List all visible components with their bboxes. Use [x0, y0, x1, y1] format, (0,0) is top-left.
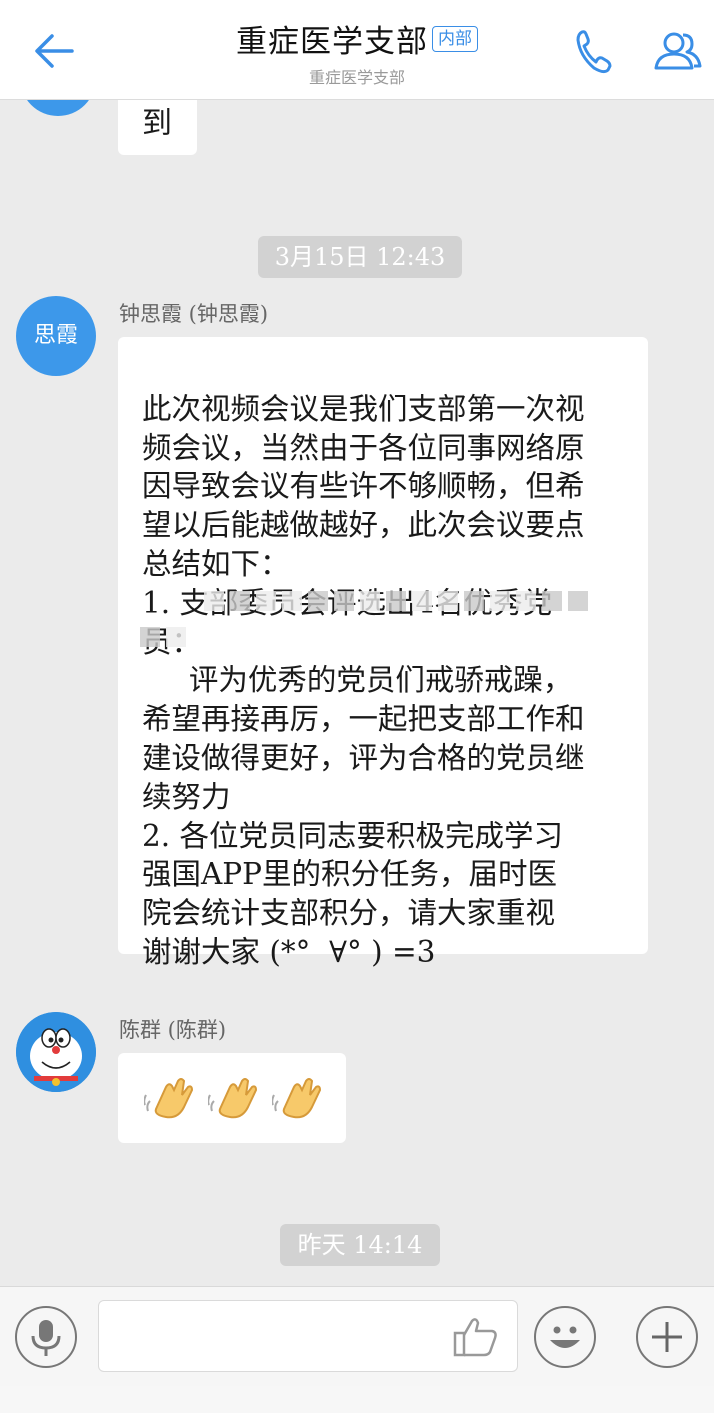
clapping-hands-icon — [272, 1078, 322, 1119]
thumbs-up-icon — [453, 1318, 497, 1357]
emoji-button[interactable] — [534, 1306, 596, 1368]
sender-name: 钟思霞 (钟思霞) — [119, 302, 269, 326]
sender-avatar[interactable]: 思霞 — [16, 296, 96, 376]
clapping-hands-icon — [144, 1078, 194, 1119]
microphone-icon — [31, 1320, 61, 1356]
redacted-names — [204, 591, 588, 611]
chat-area[interactable]: 到 3月15日 12:43 思霞 钟思霞 (钟思霞) 此次视频会议是我们支部第一… — [0, 0, 714, 1286]
input-bar — [0, 1286, 714, 1387]
chat-header: 重症医学支部 内部 重症医学支部 — [0, 0, 714, 100]
message-bubble[interactable]: 👏👏👏 — [118, 1053, 346, 1143]
smiley-icon — [550, 1326, 580, 1348]
call-button[interactable] — [572, 26, 616, 76]
group-members-icon — [654, 32, 702, 70]
page-title: 重症医学支部 — [236, 24, 428, 60]
internal-badge: 内部 — [432, 25, 478, 52]
timestamp: 昨天 14:14 — [280, 1224, 440, 1266]
redacted-names — [140, 627, 186, 647]
timestamp: 3月15日 12:43 — [258, 236, 462, 278]
message-text: 此次视频会议是我们支部第一次视 频会议，当然由于各位同事网络原 因导致会议有些许不够… — [142, 391, 585, 969]
clapping-hands-icon — [208, 1078, 258, 1119]
like-button[interactable] — [452, 1315, 500, 1359]
more-options-button[interactable] — [636, 1306, 698, 1368]
sender-avatar[interactable] — [16, 1012, 96, 1092]
message-bubble[interactable]: 此次视频会议是我们支部第一次视 频会议，当然由于各位同事网络原 因导致会议有些许不够… — [118, 337, 648, 969]
sender-name: 陈群 (陈群) — [119, 1018, 227, 1042]
phone-icon — [576, 30, 612, 74]
voice-input-button[interactable] — [15, 1306, 77, 1368]
message-text: 👏👏👏 — [144, 1073, 326, 1123]
system-navigation-bar — [0, 1386, 714, 1413]
group-members-button[interactable] — [650, 26, 706, 76]
previous-message-text: 到 — [142, 106, 172, 141]
plus-icon — [652, 1322, 682, 1352]
doraemon-avatar-icon — [16, 1012, 96, 1092]
